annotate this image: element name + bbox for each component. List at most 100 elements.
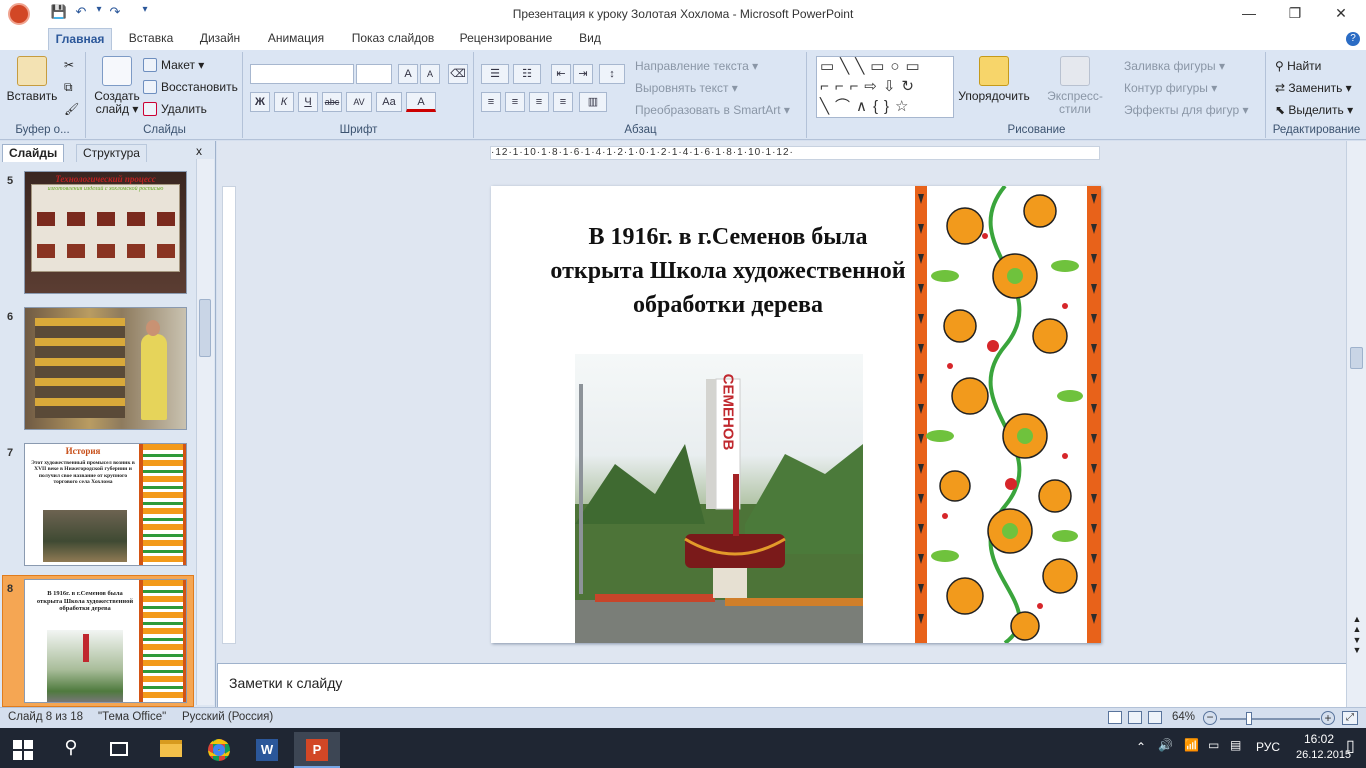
numbering-icon[interactable]: ☷ — [513, 64, 541, 84]
volume-icon[interactable]: 🔊 — [1158, 738, 1173, 752]
tab-slideshow[interactable]: Показ слайдов — [344, 28, 442, 50]
decrease-indent-icon[interactable]: ⇤ — [551, 64, 571, 84]
task-view-icon[interactable] — [96, 732, 142, 768]
minimize-button[interactable]: — — [1226, 0, 1272, 28]
char-spacing-button[interactable]: AV — [346, 92, 372, 112]
restore-button[interactable]: ❐ — [1272, 0, 1318, 28]
notes-scrollbar[interactable] — [1346, 663, 1366, 707]
format-painter-icon[interactable]: 🖌 — [64, 102, 79, 116]
tab-home[interactable]: Главная — [48, 28, 112, 50]
start-button[interactable] — [0, 732, 46, 768]
input-language[interactable]: РУС — [1256, 740, 1280, 754]
columns-icon[interactable]: ▥ — [579, 92, 607, 112]
delete-slide-button[interactable]: Удалить — [143, 102, 207, 116]
shapes-gallery[interactable]: ▭╲╲▭○▭ ⌐⌐⌐⇨⇩↻ ╲⌒∧{}☆ — [816, 56, 954, 118]
tab-design[interactable]: Дизайн — [190, 28, 250, 50]
help-icon[interactable]: ? — [1346, 32, 1360, 46]
clear-format-icon[interactable]: ⌫ — [448, 64, 468, 84]
close-panel-button[interactable]: x — [196, 144, 202, 158]
search-icon[interactable]: ⚲ — [48, 732, 94, 768]
slide-canvas[interactable]: В 1916г. в г.Семенов была открыта Школа … — [491, 186, 1101, 643]
shape-outline-button[interactable]: Контур фигуры ▾ — [1124, 81, 1217, 95]
notifications-icon[interactable]: ▯ — [1346, 736, 1355, 756]
slide-title-text[interactable]: В 1916г. в г.Семенов была открыта Школа … — [543, 220, 913, 322]
slideshow-view-icon[interactable] — [1148, 711, 1162, 724]
normal-view-icon[interactable] — [1108, 711, 1122, 724]
tray-chevron-icon[interactable]: ⌃ — [1136, 740, 1146, 754]
shrink-font-button[interactable]: A — [420, 64, 440, 84]
change-case-button[interactable]: Aa — [376, 92, 402, 112]
tab-outline[interactable]: Структура — [76, 144, 147, 162]
copy-icon[interactable]: ⧉ — [64, 80, 73, 95]
font-family-select[interactable] — [250, 64, 354, 84]
next-slide-button[interactable]: ▼ ▼ — [1351, 635, 1363, 655]
slide-thumbnail-7[interactable]: История Этот художественный промысел воз… — [24, 443, 187, 566]
zoom-slider-thumb[interactable] — [1246, 712, 1252, 725]
justify-icon[interactable]: ≡ — [553, 92, 573, 112]
line-spacing-icon[interactable]: ↕ — [599, 64, 625, 84]
align-text-button[interactable]: Выровнять текст ▾ — [635, 81, 738, 95]
cut-icon[interactable]: ✂ — [64, 58, 74, 72]
notes-pane[interactable]: Заметки к слайду — [217, 663, 1346, 707]
reset-button[interactable]: Восстановить — [143, 80, 238, 94]
zoom-slider[interactable] — [1220, 718, 1320, 720]
tab-animation[interactable]: Анимация — [258, 28, 334, 50]
language-indicator[interactable]: Русский (Россия) — [182, 711, 273, 723]
tab-slides[interactable]: Слайды — [2, 144, 65, 162]
clock-time[interactable]: 16:02 — [1304, 732, 1334, 746]
sorter-view-icon[interactable] — [1128, 711, 1142, 724]
find-button[interactable]: ⚲ Найти — [1275, 59, 1321, 73]
close-button[interactable]: ✕ — [1318, 0, 1364, 28]
editor-scrollbar[interactable]: ▲ ▲ ▼ ▼ — [1346, 141, 1366, 663]
prev-slide-button[interactable]: ▲ ▲ — [1351, 614, 1363, 634]
text-direction-button[interactable]: Направление текста ▾ — [635, 59, 758, 73]
slide-thumbnail-5[interactable]: Технологический процесс изготовления изд… — [24, 171, 187, 294]
clock-date[interactable]: 26.12.2015 — [1296, 749, 1351, 761]
new-slide-label: Создать слайд ▾ — [94, 89, 140, 116]
message-icon[interactable]: ▤ — [1230, 738, 1241, 752]
theme-name[interactable]: "Тема Office" — [98, 711, 166, 723]
slide-thumbnail-8[interactable]: В 1916г. в г.Семенов была открыта Школа … — [24, 579, 187, 703]
editor-scroll-thumb[interactable] — [1350, 347, 1363, 369]
italic-button[interactable]: К — [274, 92, 294, 112]
align-center-icon[interactable]: ≡ — [505, 92, 525, 112]
increase-indent-icon[interactable]: ⇥ — [573, 64, 593, 84]
shape-fill-button[interactable]: Заливка фигуры ▾ — [1124, 59, 1225, 73]
font-color-button[interactable]: A — [406, 92, 436, 112]
network-icon[interactable]: 📶 — [1184, 738, 1199, 752]
tab-review[interactable]: Рецензирование — [452, 28, 560, 50]
panel-scrollbar[interactable] — [196, 159, 214, 705]
semenov-photo[interactable]: СЕМЕНОВ — [575, 354, 863, 643]
tab-insert[interactable]: Вставка — [120, 28, 182, 50]
zoom-in-icon[interactable]: + — [1321, 711, 1335, 725]
file-explorer-icon[interactable] — [148, 732, 194, 768]
align-right-icon[interactable]: ≡ — [529, 92, 549, 112]
battery-icon[interactable]: ▭ — [1208, 738, 1219, 752]
powerpoint-icon[interactable]: P — [294, 732, 340, 768]
bullets-icon[interactable]: ☰ — [481, 64, 509, 84]
underline-button[interactable]: Ч — [298, 92, 318, 112]
new-slide-button[interactable]: Создать слайд ▾ — [91, 56, 143, 116]
paste-button[interactable]: Вставить — [6, 56, 58, 103]
chrome-icon[interactable] — [196, 732, 242, 768]
bold-button[interactable]: Ж — [250, 92, 270, 112]
strike-button[interactable]: abc — [322, 92, 342, 112]
zoom-out-icon[interactable]: − — [1203, 711, 1217, 725]
grow-font-button[interactable]: A — [398, 64, 418, 84]
arrange-button[interactable]: Упорядочить — [956, 56, 1032, 103]
fit-to-window-icon[interactable]: ⤢ — [1342, 711, 1358, 725]
select-button[interactable]: ⬉ Выделить ▾ — [1275, 103, 1353, 117]
zoom-level[interactable]: 64% — [1172, 711, 1195, 723]
align-left-icon[interactable]: ≡ — [481, 92, 501, 112]
tab-view[interactable]: Вид — [570, 28, 610, 50]
smartart-button[interactable]: Преобразовать в SmartArt ▾ — [635, 103, 790, 117]
paragraph-label: Абзац — [624, 124, 657, 136]
quick-styles-button[interactable]: Экспресс-стили — [1032, 56, 1118, 116]
shape-effects-button[interactable]: Эффекты для фигур ▾ — [1124, 103, 1249, 117]
panel-scroll-thumb[interactable] — [199, 299, 211, 357]
font-size-select[interactable] — [356, 64, 392, 84]
slide-thumbnail-6[interactable] — [24, 307, 187, 430]
layout-button[interactable]: Макет ▾ — [143, 58, 204, 72]
word-icon[interactable]: W — [244, 732, 290, 768]
replace-button[interactable]: ⇄ Заменить ▾ — [1275, 81, 1352, 95]
